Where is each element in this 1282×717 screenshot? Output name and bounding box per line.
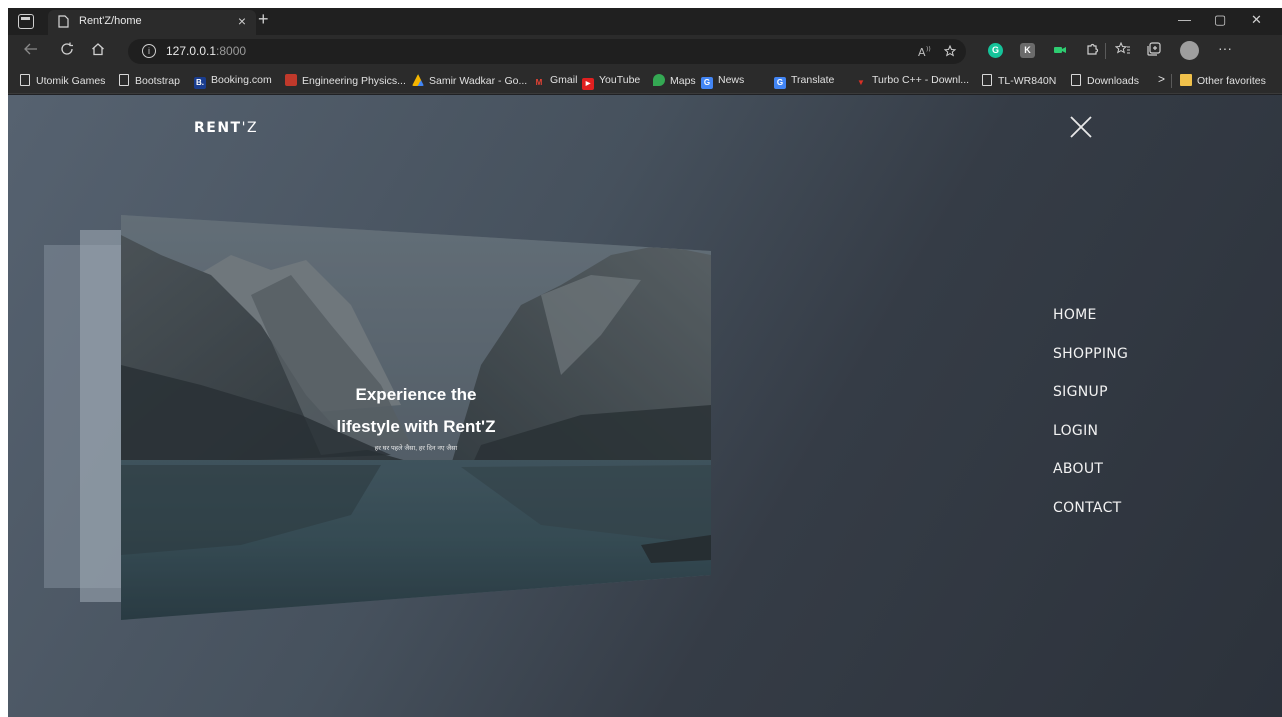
collections-icon[interactable]	[1146, 42, 1161, 56]
main-menu: HOME SHOPPING SIGNUP LOGIN ABOUT CONTACT	[1053, 307, 1128, 538]
site-info-icon[interactable]: i	[142, 44, 156, 58]
turbo-icon: ▼	[857, 78, 865, 87]
bookmark-booking[interactable]: B. Booking.com	[194, 74, 272, 89]
tab-active[interactable]: Rent'Z/home ×	[48, 10, 256, 35]
hero-subtitle: हर घर पहले जैसा, हर दिन नए जैसा	[374, 445, 458, 452]
nav-login[interactable]: LOGIN	[1053, 423, 1128, 462]
restore-icon[interactable]: ▢	[1214, 12, 1226, 28]
nav-about[interactable]: ABOUT	[1053, 461, 1128, 500]
extension-camera-icon[interactable]	[1053, 44, 1067, 56]
bookmarks-divider	[1171, 74, 1172, 88]
bookmark-news[interactable]: G News	[701, 74, 744, 89]
page-icon	[119, 74, 129, 86]
google-drive-icon	[412, 74, 424, 86]
bookmark-utomik-games[interactable]: Utomik Games	[20, 74, 105, 87]
nptel-icon	[285, 74, 297, 86]
page-icon	[58, 15, 69, 28]
bookmark-samir-wadkar[interactable]: Samir Wadkar - Go...	[412, 74, 527, 87]
gmail-icon: M	[535, 78, 543, 87]
youtube-icon: ▶	[582, 78, 594, 90]
address-toolbar: i 127.0.0.1:8000 A )) G K ···	[8, 35, 1282, 68]
page-icon	[1071, 74, 1081, 86]
brand-logo[interactable]: RENT'Z	[194, 120, 258, 136]
maps-icon	[653, 74, 665, 86]
folder-icon	[1180, 74, 1192, 86]
grammarly-icon[interactable]: G	[988, 43, 1003, 58]
bookmark-gmail[interactable]: M Gmail	[533, 74, 578, 89]
bookmarks-bar: Utomik Games Bootstrap B. Booking.com Eng…	[8, 68, 1282, 94]
bookmark-downloads[interactable]: Downloads	[1071, 74, 1139, 87]
close-menu-icon[interactable]	[1070, 116, 1092, 138]
tab-title: Rent'Z/home	[79, 15, 142, 27]
bookmark-turbo-cpp[interactable]: ▼ Turbo C++ - Downl...	[855, 74, 969, 89]
url-text[interactable]: 127.0.0.1:8000	[166, 44, 246, 58]
bookmark-maps[interactable]: Maps	[653, 74, 696, 87]
minimize-icon[interactable]: —	[1178, 12, 1191, 27]
nav-contact[interactable]: CONTACT	[1053, 500, 1128, 539]
nav-home[interactable]: HOME	[1053, 307, 1128, 346]
bookmark-bootstrap[interactable]: Bootstrap	[119, 74, 180, 87]
svg-text:A: A	[918, 46, 926, 58]
extensions-icon[interactable]	[1085, 42, 1099, 56]
hero-title-line-2: lifestyle with Rent'Z	[336, 417, 496, 436]
bookmark-other-favorites[interactable]: Other favorites	[1180, 74, 1266, 87]
bookmark-youtube[interactable]: ▶ YouTube	[582, 74, 640, 90]
toolbar-divider	[1105, 43, 1106, 59]
bookmark-engineering-physics[interactable]: Engineering Physics...	[285, 74, 406, 87]
page-viewport: RENT'Z Experience the lifestyle with Ren…	[8, 95, 1282, 717]
bookmark-translate[interactable]: G Translate	[774, 74, 834, 89]
translate-icon: G	[774, 77, 786, 89]
close-window-icon[interactable]: ✕	[1251, 12, 1262, 28]
profile-icon[interactable]	[1180, 41, 1199, 60]
hero-slide: Experience the lifestyle with Rent'Z हर …	[121, 215, 711, 620]
back-icon[interactable]	[24, 42, 38, 56]
nav-shopping[interactable]: SHOPPING	[1053, 346, 1128, 385]
favorite-add-icon[interactable]	[944, 45, 958, 58]
new-tab-icon[interactable]: +	[258, 9, 269, 30]
hero-title-line-1: Experience the	[355, 385, 477, 404]
read-aloud-icon[interactable]: A ))	[918, 45, 932, 58]
favorites-icon[interactable]	[1115, 42, 1131, 56]
bookmark-tl-wr840n[interactable]: TL-WR840N	[982, 74, 1056, 87]
nav-signup[interactable]: SIGNUP	[1053, 384, 1128, 423]
refresh-icon[interactable]	[60, 42, 74, 56]
more-bookmarks-icon[interactable]: >	[1158, 72, 1165, 86]
page-icon	[982, 74, 992, 86]
tab-actions-icon[interactable]	[18, 14, 34, 29]
tab-strip: Rent'Z/home × + — ▢ ✕	[8, 8, 1282, 35]
booking-icon: B.	[194, 77, 206, 89]
page-icon	[20, 74, 30, 86]
news-icon: G	[701, 77, 713, 89]
browser-window: Rent'Z/home × + — ▢ ✕ i 127.0.0.1:8000 A…	[8, 8, 1282, 717]
home-icon[interactable]	[91, 42, 105, 56]
address-bar[interactable]: i 127.0.0.1:8000 A ))	[128, 39, 966, 64]
tab-close-icon[interactable]: ×	[238, 13, 246, 29]
more-icon[interactable]: ···	[1218, 39, 1232, 57]
extension-k-icon[interactable]: K	[1020, 43, 1035, 58]
svg-text:)): ))	[926, 46, 931, 53]
